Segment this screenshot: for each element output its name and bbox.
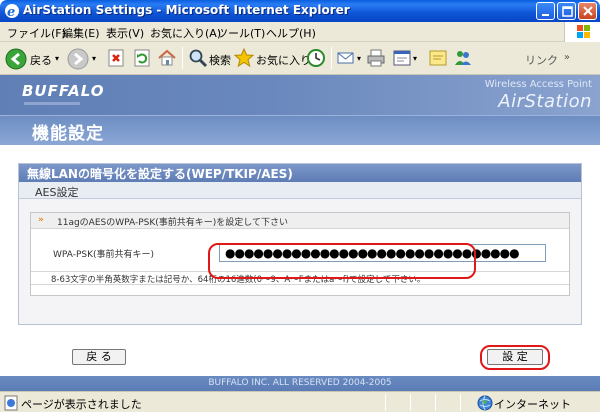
menu-help[interactable]: ヘルプ(H)	[266, 25, 316, 41]
home-icon[interactable]	[157, 48, 177, 68]
internet-globe-icon	[477, 395, 493, 411]
history-icon[interactable]	[306, 48, 326, 68]
subsection-title: AES設定	[19, 182, 581, 199]
window-title: AirStation Settings - Microsoft Internet…	[23, 3, 350, 17]
page-title: 機能設定	[32, 124, 104, 144]
edit-dropdown-icon[interactable]: ▾	[413, 54, 417, 63]
title-bar: e AirStation Settings - Microsoft Intern…	[0, 0, 600, 22]
menu-file[interactable]: ファイル(F)	[7, 25, 66, 41]
toolbar-separator	[182, 47, 183, 69]
minimize-icon	[542, 14, 549, 16]
stop-icon[interactable]	[106, 48, 126, 68]
status-divider	[385, 394, 386, 411]
close-button[interactable]	[578, 2, 597, 20]
menu-tools[interactable]: ツール(T)	[217, 25, 265, 41]
set-highlight-ring	[480, 345, 550, 370]
menu-edit[interactable]: 編集(E)	[62, 25, 100, 41]
footer: BUFFALO INC. ALL RESERVED 2004-2005	[0, 376, 600, 391]
band-divider	[0, 145, 600, 153]
back-label[interactable]: 戻る	[30, 52, 52, 68]
instruction-text: 11agのAESのWPA-PSK(事前共有キー)を設定して下さい	[57, 218, 288, 228]
svg-text:e: e	[7, 5, 15, 19]
brand-header: BUFFALO Wireless Access Point AirStation	[0, 75, 600, 115]
back-button[interactable]: 戻 る	[72, 349, 126, 365]
menu-view[interactable]: 表示(V)	[106, 25, 144, 41]
mail-icon[interactable]	[336, 48, 356, 68]
logo-underline	[24, 102, 80, 105]
search-icon[interactable]	[188, 48, 208, 68]
product-tag: Wireless Access Point	[484, 79, 592, 90]
status-divider	[410, 394, 411, 411]
security-zone: インターネット	[494, 398, 571, 411]
buffalo-logo: BUFFALO	[22, 82, 105, 100]
close-icon	[583, 6, 593, 16]
page-done-icon	[4, 395, 18, 411]
links-chevron-icon[interactable]: »	[564, 52, 570, 63]
psk-highlight-ring	[208, 243, 476, 279]
section-title: 無線LANの暗号化を設定する(WEP/TKIP/AES)	[19, 164, 581, 182]
toolbar-separator	[331, 47, 332, 69]
print-icon[interactable]	[366, 48, 386, 68]
links-label[interactable]: リンク	[525, 52, 558, 68]
psk-label: WPA-PSK(事前共有キー)	[53, 250, 155, 260]
edit-icon[interactable]	[392, 48, 412, 68]
maximize-button[interactable]	[557, 2, 576, 20]
instruction-row: » 11agのAESのWPA-PSK(事前共有キー)を設定して下さい	[31, 213, 569, 229]
minimize-button[interactable]	[536, 2, 555, 20]
favorites-star-icon[interactable]	[234, 48, 254, 68]
product-name: AirStation	[498, 91, 592, 112]
double-arrow-icon: »	[38, 215, 44, 225]
status-message: ページが表示されました	[21, 398, 142, 411]
favorites-label[interactable]: お気に入り	[256, 52, 311, 68]
refresh-icon[interactable]	[132, 48, 152, 68]
status-bar: ページが表示されました インターネット	[0, 391, 600, 412]
search-label[interactable]: 検索	[209, 52, 231, 68]
toolbar: 戻る ▾ ▾ 検索 お気に入り ▾ ▾ リンク »	[0, 42, 600, 75]
forward-dropdown-icon[interactable]: ▾	[92, 54, 96, 63]
menu-favorites[interactable]: お気に入り(A)	[150, 25, 221, 41]
maximize-icon	[562, 6, 573, 17]
forward-arrow-icon[interactable]	[67, 48, 89, 70]
messenger-icon[interactable]	[453, 48, 473, 68]
status-divider	[460, 394, 461, 411]
windows-logo-icon	[564, 22, 600, 42]
menu-bar: ファイル(F) 編集(E) 表示(V) お気に入り(A) ツール(T) ヘルプ(…	[0, 22, 600, 42]
back-dropdown-icon[interactable]: ▾	[55, 54, 59, 63]
internet-explorer-icon: e	[5, 4, 19, 19]
discuss-icon[interactable]	[428, 48, 448, 68]
mail-dropdown-icon[interactable]: ▾	[357, 54, 361, 63]
status-divider	[435, 394, 436, 411]
back-arrow-icon[interactable]	[5, 48, 27, 70]
